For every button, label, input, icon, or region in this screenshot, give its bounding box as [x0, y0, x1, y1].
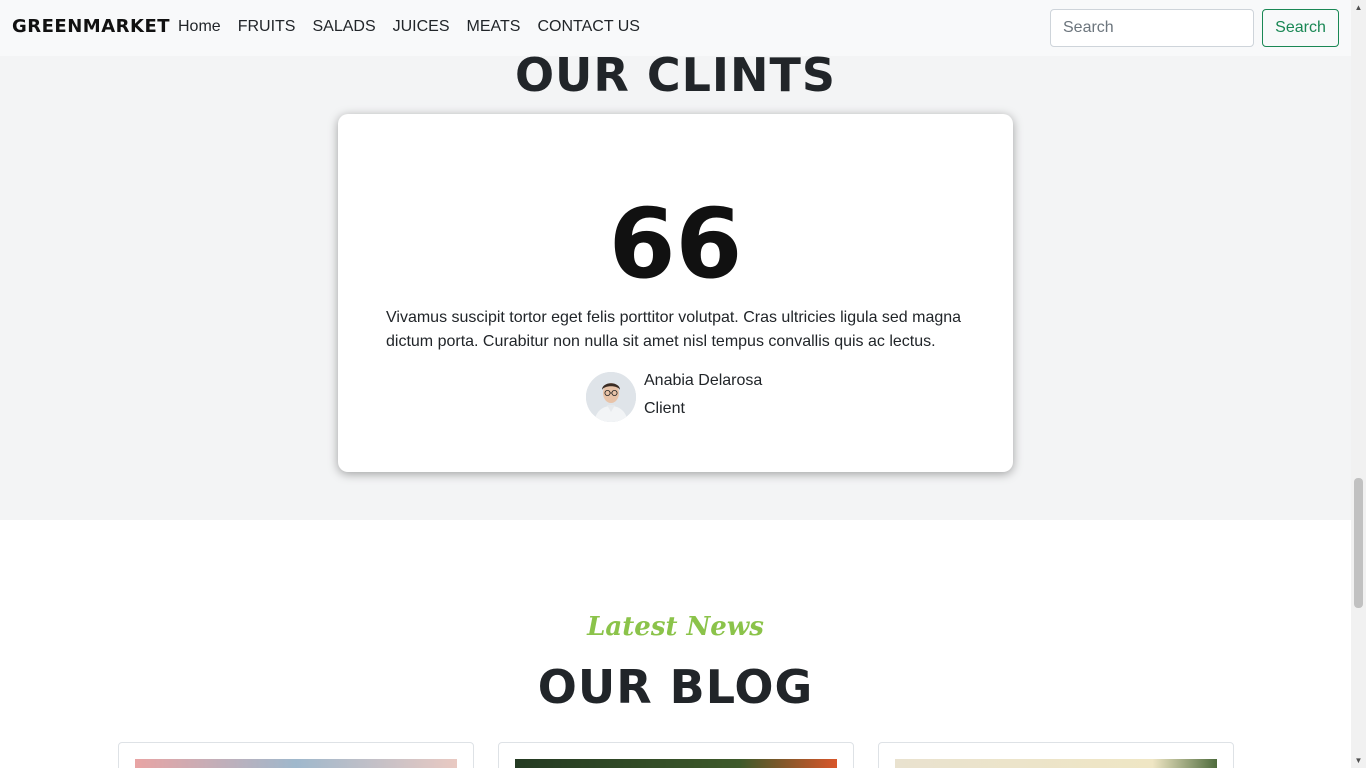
nav-link-juices[interactable]: JUICES — [393, 18, 450, 36]
nav-link-salads[interactable]: SALADS — [312, 18, 375, 36]
author-role: Client — [644, 400, 685, 417]
nav-link-contact[interactable]: CONTACT US — [537, 18, 640, 36]
brand-logo[interactable]: GREENMARKET — [12, 16, 170, 37]
blog-card-image[interactable] — [515, 759, 837, 768]
blog-card[interactable] — [878, 742, 1234, 768]
blog-card-image[interactable] — [895, 759, 1217, 768]
quote-mark-icon: 66 — [608, 188, 743, 300]
blog-card-image[interactable] — [135, 759, 457, 768]
nav-link-meats[interactable]: MEATS — [467, 18, 521, 36]
author-name: Anabia Delarosa — [644, 372, 763, 389]
page-scrollbar[interactable]: ▲ ▼ — [1351, 0, 1366, 768]
clients-section: OUR CLINTS 66 Vivamus suscipit tortor eg… — [0, 0, 1351, 520]
testimonial-author: Anabia Delarosa Client — [586, 370, 886, 422]
scroll-up-arrow-icon[interactable]: ▲ — [1351, 0, 1366, 15]
search-input[interactable] — [1050, 9, 1254, 47]
blog-title: OUR BLOG — [537, 660, 814, 714]
blog-card[interactable] — [498, 742, 854, 768]
blog-card[interactable] — [118, 742, 474, 768]
testimonial-card: 66 Vivamus suscipit tortor eget felis po… — [338, 114, 1013, 472]
testimonial-text: Vivamus suscipit tortor eget felis portt… — [386, 309, 962, 350]
blog-eyebrow: Latest News — [587, 612, 764, 642]
author-avatar — [586, 372, 636, 422]
scroll-down-arrow-icon[interactable]: ▼ — [1351, 753, 1366, 768]
navbar: GREENMARKET Home FRUITS SALADS JUICES ME… — [0, 0, 1351, 56]
scrollbar-thumb[interactable] — [1354, 478, 1363, 608]
search-button[interactable]: Search — [1262, 9, 1339, 47]
nav-link-fruits[interactable]: FRUITS — [238, 18, 296, 36]
nav-links: Home FRUITS SALADS JUICES MEATS CONTACT … — [178, 18, 640, 36]
nav-link-home[interactable]: Home — [178, 18, 221, 36]
clients-title: OUR CLINTS — [514, 48, 837, 102]
